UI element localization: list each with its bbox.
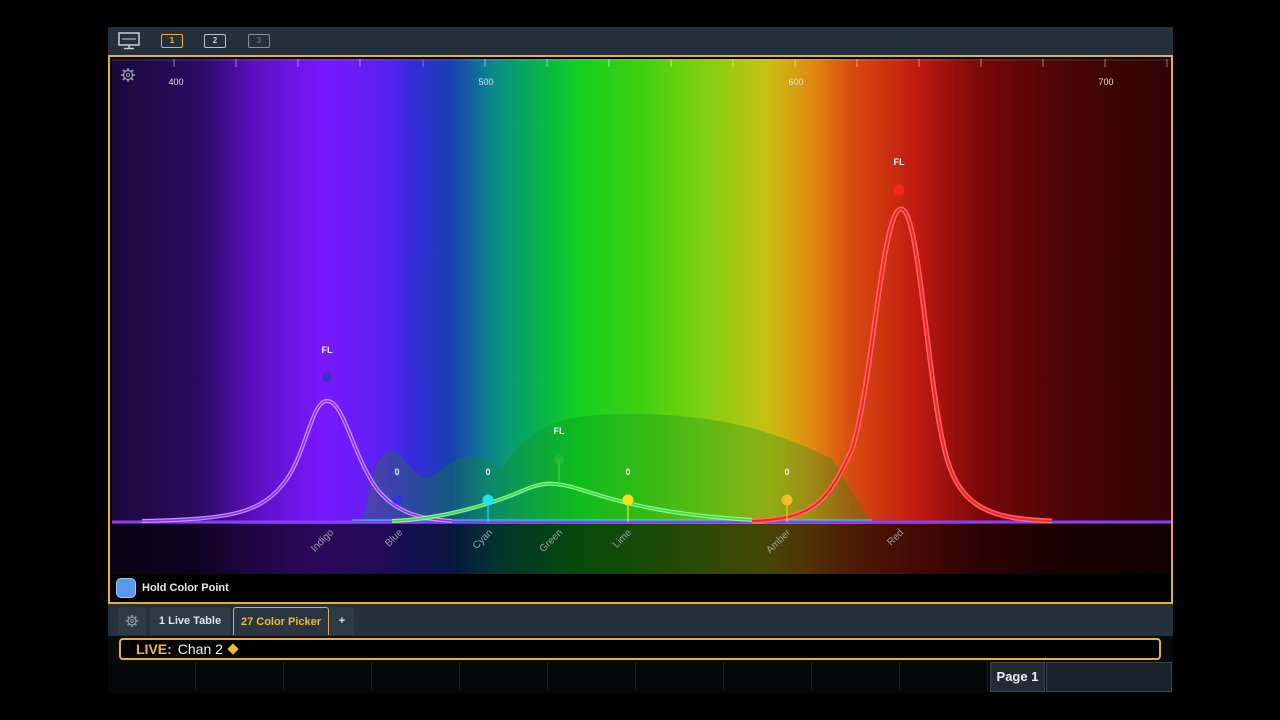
- softkey-8[interactable]: [724, 662, 812, 691]
- tick-label-600: 600: [788, 77, 803, 87]
- page-field[interactable]: [1046, 662, 1172, 692]
- softkey-1[interactable]: [108, 662, 196, 691]
- command-text: Chan 2: [177, 641, 223, 657]
- tick-label-500: 500: [478, 77, 493, 87]
- spectrum-display[interactable]: 400 500 600 700 FL 0 0 FL 0 0 FL Indigo …: [112, 59, 1171, 574]
- softkey-bar: Page 1: [108, 662, 1173, 693]
- gear-icon: [125, 614, 139, 628]
- hold-color-point-toggle[interactable]: [116, 578, 136, 598]
- command-line[interactable]: LIVE: Chan 2: [119, 638, 1161, 660]
- softkey-3[interactable]: [284, 662, 372, 691]
- app-window: 1 2 3 400 500 600 700 FL 0 0 FL 0 0 FL I…: [108, 27, 1173, 693]
- hold-color-point-label: Hold Color Point: [142, 582, 229, 594]
- hold-color-point-row: Hold Color Point: [112, 574, 1171, 602]
- tick-label-400: 400: [168, 77, 183, 87]
- tick-label-700: 700: [1098, 77, 1113, 87]
- softkey-5[interactable]: [460, 662, 548, 691]
- svg-text:0: 0: [394, 467, 399, 477]
- command-mode: LIVE:: [136, 641, 172, 657]
- workspace-3-button[interactable]: 3: [248, 34, 270, 48]
- softkey-10[interactable]: [900, 662, 988, 691]
- workspace-bar: 1 2 3: [108, 27, 1173, 55]
- workspace-1-button[interactable]: 1: [161, 34, 183, 48]
- softkey-7[interactable]: [636, 662, 724, 691]
- svg-text:0: 0: [485, 467, 490, 477]
- softkey-9[interactable]: [812, 662, 900, 691]
- tab-bar: 1 Live Table 27 Color Picker +: [108, 604, 1173, 636]
- tab-color-picker[interactable]: 27 Color Picker: [233, 607, 329, 635]
- monitor-icon[interactable]: [118, 32, 140, 50]
- softkey-2[interactable]: [196, 662, 284, 691]
- command-end-diamond-icon: [227, 643, 239, 655]
- color-picker-panel: 400 500 600 700 FL 0 0 FL 0 0 FL Indigo …: [108, 55, 1173, 604]
- softkey-4[interactable]: [372, 662, 460, 691]
- tab-settings[interactable]: [118, 607, 146, 635]
- workspace-2-button[interactable]: 2: [204, 34, 226, 48]
- svg-text:0: 0: [784, 467, 789, 477]
- softkey-6[interactable]: [548, 662, 636, 691]
- svg-text:0: 0: [625, 467, 630, 477]
- add-tab-button[interactable]: +: [330, 607, 354, 635]
- page-button[interactable]: Page 1: [990, 662, 1045, 692]
- tab-live-table[interactable]: 1 Live Table: [150, 607, 230, 635]
- svg-text:FL: FL: [554, 426, 565, 436]
- svg-text:FL: FL: [894, 157, 905, 167]
- svg-text:FL: FL: [322, 345, 333, 355]
